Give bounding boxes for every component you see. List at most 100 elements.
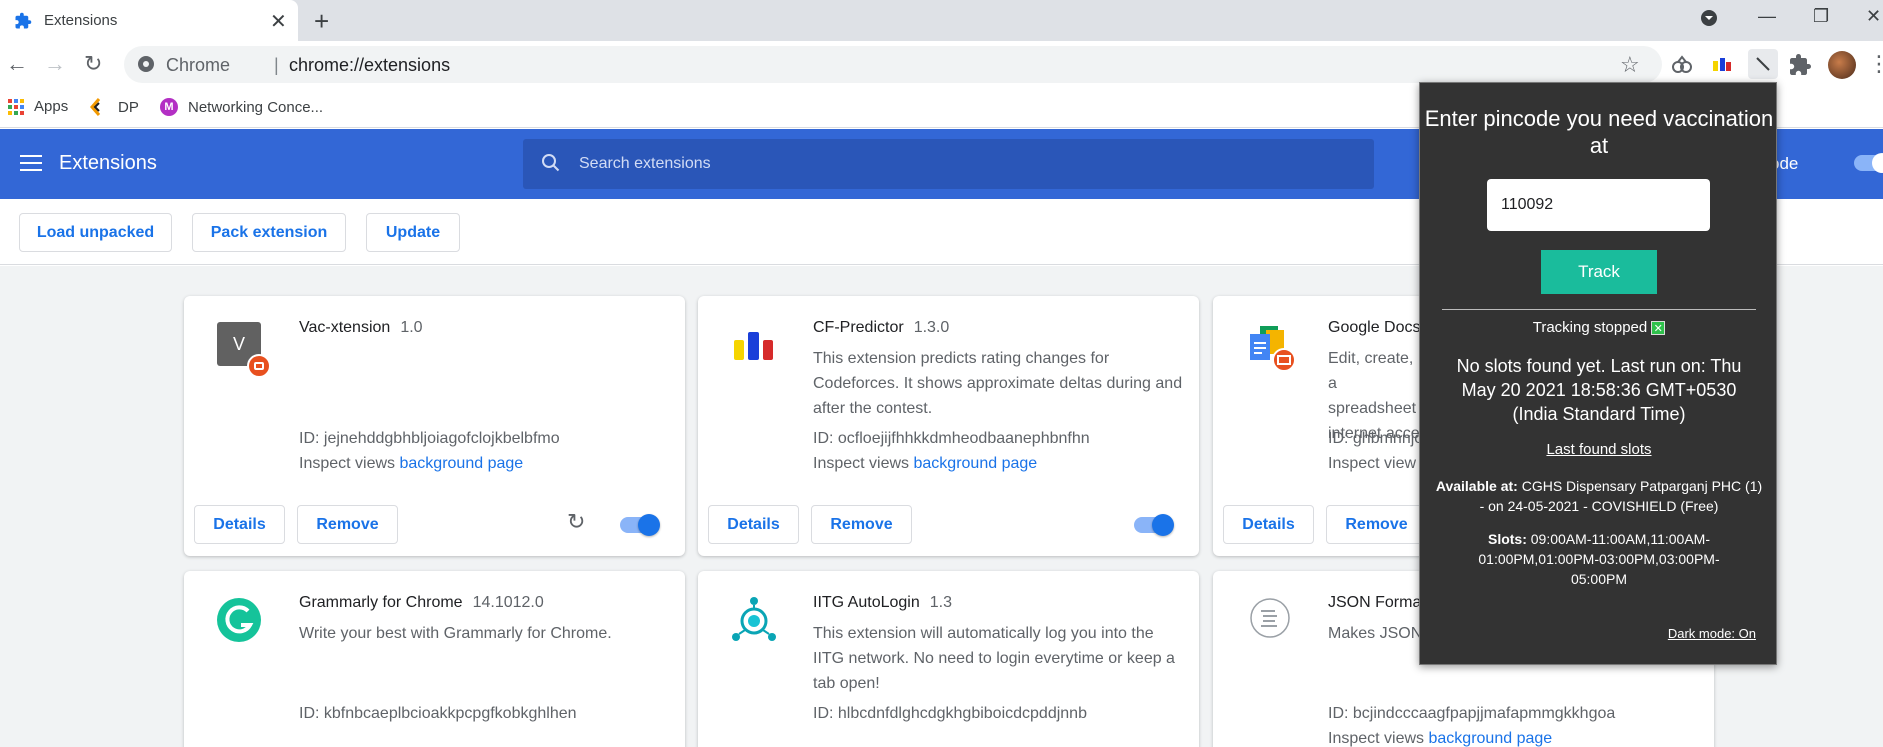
new-tab-icon[interactable]: + [314,6,329,37]
dark-mode-toggle-link[interactable]: Dark mode: On [1668,626,1756,641]
search-icon [542,154,560,172]
extension-description: This extension predicts rating changes f… [813,350,1183,417]
hamburger-menu-icon[interactable] [20,155,42,173]
reload-icon[interactable]: ↻ [84,51,102,77]
track-button[interactable]: Track [1541,250,1657,294]
last-found-slots-link[interactable]: Last found slots [1420,441,1778,458]
window-close-icon[interactable]: ✕ [1866,6,1881,27]
bookmark-label: Apps [34,98,69,115]
extension-name: Grammarly for Chrome 14.1012.0 [299,594,544,611]
popup-divider [1442,309,1756,310]
bookmark-dp[interactable]: DP [90,98,139,116]
extension-id: ID: bcjindcccaagfpapjjmafapmmgkkhgoa [1328,705,1616,722]
extension-name: CF-Predictor 1.3.0 [813,319,950,336]
url-scheme-label: Chrome [166,55,231,75]
syringe-icon [1756,57,1770,71]
bookmark-star-icon[interactable]: ☆ [1620,52,1640,78]
tracking-status-text: Tracking stopped [1532,319,1648,336]
extension-name: Vac-xtension 1.0 [299,319,423,336]
extension-id: ID: hlbcdnfdlghcdgkhgbiboicdcpddjnnb [813,705,1087,722]
extension-id: ID: ghbmnnjo [1328,430,1424,447]
background-page-link[interactable]: background page [1429,730,1553,747]
browser-toolbar: ← → ↻ Chrome | chrome://extensions ☆ ⋮ [0,41,1883,88]
url-separator: | [274,55,279,75]
update-button[interactable]: Update [366,213,460,252]
site-info-icon[interactable] [138,56,154,72]
extension-name: JSON Forma [1328,594,1422,611]
inspect-views: Inspect views background page [299,455,524,472]
m-avatar-icon: M [160,98,178,116]
remove-button[interactable]: Remove [297,505,398,544]
bookmark-networking[interactable]: M Networking Conce... [160,98,323,116]
available-at-text: Available at: CGHS Dispensary Patparganj… [1435,478,1763,514]
extension-name: IITG AutoLogin 1.3 [813,594,952,611]
iitg-autologin-icon [732,597,776,641]
details-button[interactable]: Details [194,505,285,544]
page-title: Extensions [59,152,157,174]
cf-predictor-icon [734,332,773,360]
background-page-link[interactable]: background page [400,455,524,472]
dp-icon [90,98,101,116]
remove-button[interactable]: Remove [1326,505,1427,544]
extension-name: Google Docs [1328,319,1421,336]
load-unpacked-button[interactable]: Load unpacked [19,213,172,252]
search-input[interactable] [579,139,1359,189]
reload-extension-icon[interactable]: ↻ [567,509,585,535]
details-button[interactable]: Details [708,505,799,544]
tracking-status: Tracking stopped ✕ [1420,319,1778,336]
tab-close-icon[interactable]: ✕ [270,9,287,34]
extension-card-vac-xtension: V Vac-xtension 1.0 ID: jejnehddgbhbljoiag… [184,296,685,556]
tab-extensions[interactable]: Extensions ✕ [0,0,298,41]
last-run-text: No slots found yet. Last run on: Thu May… [1456,356,1742,424]
extension-description: This extension will automatically log yo… [813,625,1175,692]
developer-mode-toggle[interactable] [1854,153,1883,173]
url-text[interactable]: chrome://extensions [289,55,450,76]
puzzle-icon [15,12,32,29]
tab-title: Extensions [44,12,118,29]
grammarly-icon [217,598,261,642]
profile-avatar[interactable] [1828,51,1856,79]
extensions-puzzle-icon[interactable] [1788,53,1812,77]
extension-id: ID: ocfloejijfhhkkdmheodbaanephbnfhn [813,430,1090,447]
policy-badge-icon [247,354,271,378]
address-bar[interactable]: Chrome | chrome://extensions ☆ [124,46,1662,83]
inspect-views: Inspect views background page [813,455,1038,472]
inspect-views: Inspect view [1328,455,1417,472]
background-page-link[interactable]: background page [914,455,1038,472]
pack-extension-button[interactable]: Pack extension [192,213,346,252]
extension-card-grammarly: Grammarly for Chrome 14.1012.0 Write your… [184,571,685,747]
popup-heading: Enter pincode you need vaccination at [1424,106,1774,158]
json-formatter-icon [1250,598,1290,638]
extension-card-iitg-autologin: IITG AutoLogin 1.3 This extension will au… [698,571,1199,747]
details-button[interactable]: Details [1223,505,1314,544]
extension-description: Write your best with Grammarly for Chrom… [299,625,612,642]
extension-card-cf-predictor: CF-Predictor 1.3.0 This extension predict… [698,296,1199,556]
back-icon[interactable]: ← [6,51,28,77]
vac-xtension-popup: Enter pincode you need vaccination at Tr… [1419,82,1777,665]
remove-button[interactable]: Remove [811,505,912,544]
enable-toggle[interactable] [1134,514,1174,536]
slots-text: Slots: 09:00AM-11:00AM,11:00AM-01:00PM,0… [1478,531,1720,587]
bookmark-label: Networking Conce... [188,98,324,116]
bookmark-label: DP [118,98,139,116]
extension-id: ID: jejnehddgbhbljoiagofclojkbelbfmo [299,430,560,447]
extension-cycle-icon[interactable] [1670,53,1694,77]
forward-icon[interactable]: → [44,51,66,77]
maximize-icon[interactable]: ❐ [1813,6,1829,27]
minimize-icon[interactable]: — [1758,6,1776,27]
vac-xtension-toolbar-button[interactable] [1748,49,1778,79]
cf-predictor-icon[interactable] [1710,53,1734,77]
tab-strip: Extensions ✕ + — ❐ ✕ [0,0,1883,41]
pincode-input[interactable] [1487,179,1710,231]
inspect-views: Inspect views background page [1328,730,1553,747]
status-cross-icon: ✕ [1651,321,1666,336]
tab-search-icon[interactable] [1700,9,1718,32]
apps-grid-icon [8,98,24,115]
bookmark-apps[interactable]: Apps [8,98,68,115]
enable-toggle[interactable] [620,514,660,536]
google-docs-offline-icon [1250,326,1296,372]
chrome-menu-icon[interactable]: ⋮ [1868,51,1883,77]
icon-letter: V [232,334,245,354]
search-box[interactable] [523,139,1374,189]
extension-id: ID: kbfnbcaeplbcioakkpcpgfkobkghlhen [299,705,577,722]
